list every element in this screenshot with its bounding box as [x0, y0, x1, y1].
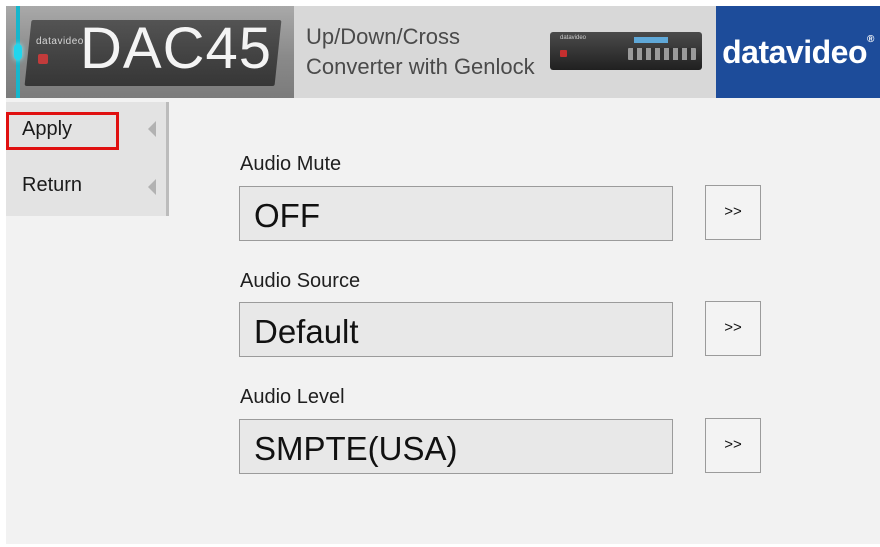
triangle-left-icon	[148, 179, 156, 195]
device-image-logo: datavideo	[560, 35, 587, 41]
audio-source-button-label: >>	[724, 319, 742, 336]
audio-source-value: Default	[254, 313, 359, 350]
app-frame: datavideo DAC45 Up/Down/Cross Converter …	[6, 6, 880, 544]
sidebar-item-label: Return	[22, 174, 83, 196]
device-image-keys	[628, 48, 696, 60]
audio-source-field[interactable]: Default	[239, 302, 673, 357]
audio-mute-button-label: >>	[724, 203, 742, 220]
sidebar-item-apply[interactable]: Apply	[6, 102, 156, 156]
audio-level-button-label: >>	[724, 436, 742, 453]
registered-mark: ®	[867, 34, 874, 45]
subtitle-line-1: Up/Down/Cross	[306, 24, 461, 49]
accent-icon	[14, 6, 22, 98]
product-banner: datavideo DAC45	[6, 6, 294, 98]
subtitle-line-2: Converter with Genlock	[306, 54, 535, 79]
audio-mute-value: OFF	[254, 197, 320, 234]
sidebar-item-label: Apply	[22, 118, 73, 140]
device-image: datavideo	[550, 32, 702, 70]
product-subtitle: Up/Down/Cross Converter with Genlock	[306, 22, 556, 82]
audio-mute-field[interactable]: OFF	[239, 186, 673, 241]
device-image-display	[634, 37, 668, 43]
product-description-banner: Up/Down/Cross Converter with Genlock dat…	[294, 6, 716, 98]
audio-mute-select-button[interactable]: >>	[705, 185, 761, 240]
audio-source-label: Audio Source	[240, 270, 361, 292]
device-led	[38, 54, 48, 64]
brand-name: datavideo	[722, 34, 867, 70]
audio-level-label: Audio Level	[240, 386, 345, 408]
device-image-led	[560, 50, 567, 57]
audio-level-select-button[interactable]: >>	[705, 418, 761, 473]
product-model-title: DAC45	[80, 16, 272, 81]
triangle-left-icon	[148, 121, 156, 137]
audio-source-select-button[interactable]: >>	[705, 301, 761, 356]
sidebar: Apply Return	[6, 102, 169, 216]
brand-logo-text: datavideo®	[716, 34, 880, 71]
audio-mute-label: Audio Mute	[240, 153, 342, 175]
audio-level-value: SMPTE(USA)	[254, 430, 458, 467]
device-mini-logo: datavideo	[36, 36, 84, 47]
brand-logo: datavideo®	[716, 6, 880, 98]
header-banner: datavideo DAC45 Up/Down/Cross Converter …	[6, 6, 880, 98]
audio-level-field[interactable]: SMPTE(USA)	[239, 419, 673, 474]
sidebar-item-return[interactable]: Return	[6, 160, 156, 214]
